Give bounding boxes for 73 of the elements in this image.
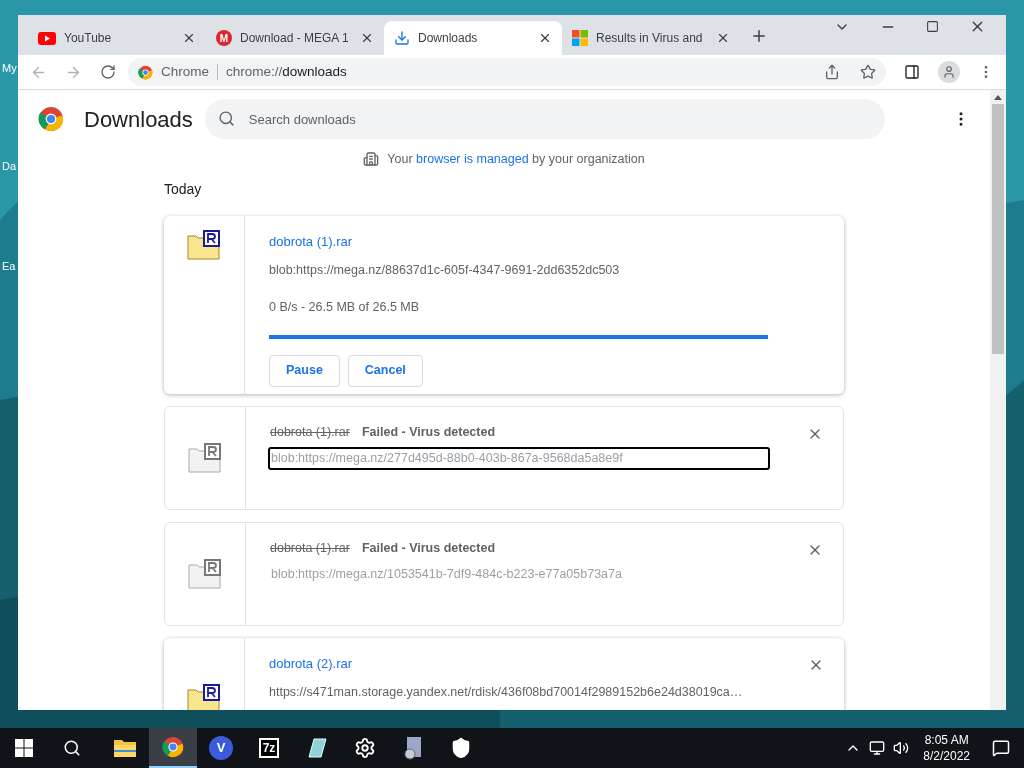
tab-title: Results in Virus and	[596, 30, 704, 47]
pause-button[interactable]: Pause	[269, 354, 340, 387]
file-name-link[interactable]: dobrota (2).rar	[269, 653, 743, 674]
site-label: Chrome	[161, 62, 209, 81]
windows-start-icon[interactable]	[15, 739, 33, 757]
clock-date[interactable]: 8/2/2022	[923, 748, 970, 764]
managed-link[interactable]: browser is managed	[416, 152, 529, 166]
play-logo-icon	[38, 31, 56, 45]
address-bar[interactable]: Chrome chrome://downloads	[128, 58, 886, 86]
file-url: blob:https://mega.nz/88637d1c-605f-4347-9691-2dd6352dc503	[269, 262, 621, 280]
folder-icon	[113, 738, 137, 758]
mega-logo-icon: M	[216, 30, 232, 46]
page-title: Downloads	[84, 105, 193, 134]
managed-notice: Your browser is managed by your organization	[387, 151, 645, 168]
desktop-icon-label[interactable]: Ea	[2, 258, 16, 275]
network-icon[interactable]	[869, 740, 886, 756]
new-tab-icon[interactable]	[750, 27, 768, 45]
shield-icon	[450, 737, 472, 759]
notifications-icon[interactable]	[992, 739, 1010, 757]
failure-status: Failed - Virus detected	[361, 423, 496, 441]
chrome-logo-icon	[138, 64, 153, 80]
browser-tab[interactable]: Results in Virus and	[562, 21, 740, 55]
close-icon[interactable]	[716, 31, 730, 45]
tab-title: Download - MEGA 1	[240, 30, 350, 47]
failure-status: Failed - Virus detected	[361, 539, 496, 557]
search-icon[interactable]	[63, 739, 81, 757]
taskbar-app[interactable]: 7z	[245, 728, 293, 768]
four-squares-icon	[572, 30, 588, 46]
desktop-icon-label[interactable]: Da	[2, 158, 17, 175]
section-heading: Today	[164, 179, 203, 199]
volume-icon[interactable]	[893, 740, 910, 756]
media-icon	[402, 736, 424, 760]
bookmark-star-icon[interactable]	[860, 64, 876, 80]
file-url-link[interactable]: blob:https://mega.nz/1053541b-7df9-484c-b223-e77a05b73a7a	[268, 562, 770, 586]
profile-avatar[interactable]	[938, 61, 960, 83]
clock-time[interactable]: 8:05 AM	[924, 732, 969, 748]
close-icon[interactable]	[360, 31, 374, 45]
download-icon	[394, 30, 410, 46]
building-icon	[363, 151, 380, 168]
cancel-button[interactable]: Cancel	[347, 354, 423, 387]
file-name: dobrota (1).rar	[270, 423, 350, 441]
search-icon	[217, 110, 235, 127]
progress-text: 0 B/s - 26.5 MB of 26.5 MB	[269, 299, 421, 316]
reload-icon[interactable]	[100, 64, 116, 80]
archive-file-icon	[187, 229, 221, 260]
close-icon[interactable]	[182, 31, 196, 45]
browser-tab[interactable]: M Download - MEGA 1	[206, 21, 384, 55]
share-icon[interactable]	[824, 64, 840, 80]
desktop-icon-label[interactable]: My	[2, 60, 17, 77]
file-name-link[interactable]: dobrota (1).rar	[269, 231, 768, 252]
browser-tab[interactable]: YouTube	[28, 21, 206, 55]
url-text: chrome://downloads	[226, 62, 347, 81]
archive-file-icon	[188, 442, 222, 473]
settings-icon	[354, 737, 376, 759]
scroll-up-arrow-icon[interactable]	[994, 95, 1002, 100]
chrome-logo-icon	[162, 736, 184, 758]
chrome-logo-icon	[38, 106, 64, 132]
taskbar-app[interactable]	[149, 728, 197, 768]
file-url: https://s471man.storage.yandex.net/rdisk/436f08bd70014f2989152b6e24d38019ca…	[269, 684, 743, 702]
app-box-icon: 7z	[258, 738, 280, 758]
scrollbar[interactable]	[990, 90, 1006, 710]
file-url-link[interactable]: blob:https://mega.nz/277d495d-88b0-403b-867a-9568da5a8e9f	[268, 446, 770, 470]
tab-title: Downloads	[418, 30, 479, 47]
file-name: dobrota (1).rar	[270, 539, 350, 557]
archive-file-icon	[188, 558, 222, 589]
tab-title: YouTube	[64, 30, 113, 47]
maximize-icon[interactable]	[926, 20, 939, 33]
side-panel-icon[interactable]	[904, 64, 920, 80]
browser-tab[interactable]: Downloads	[384, 21, 562, 55]
taskbar-app[interactable]: V	[197, 728, 245, 768]
search-field[interactable]: Search downloads	[204, 99, 885, 139]
close-icon[interactable]	[538, 31, 552, 45]
app-letter-icon: V	[209, 736, 233, 760]
